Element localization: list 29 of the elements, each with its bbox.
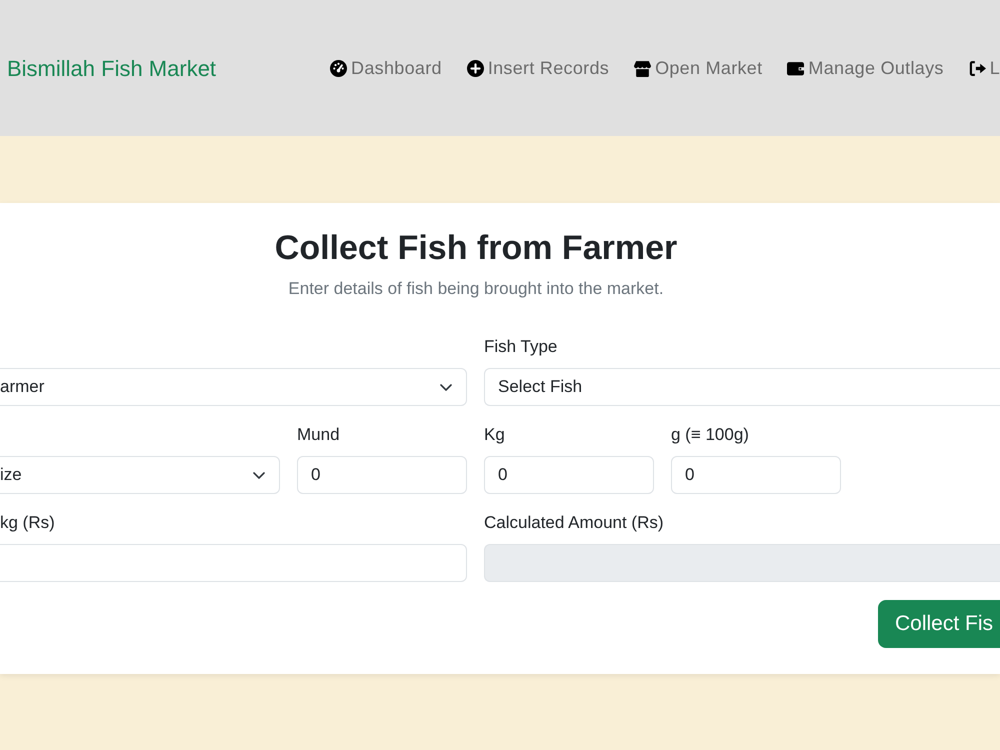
- input-field[interactable]: 0: [484, 456, 654, 494]
- field-label: Kg: [484, 424, 506, 446]
- dropdown-field[interactable]: armer: [0, 368, 467, 406]
- nav-link[interactable]: Dashboard: [351, 54, 442, 82]
- collect-fish-button[interactable]: Collect Fis: [878, 600, 1000, 648]
- field-label: g (≡ 100g): [671, 424, 750, 446]
- input-field[interactable]: 0: [297, 456, 467, 494]
- nav-link[interactable]: Open Market: [655, 54, 762, 82]
- brand-title[interactable]: Bismillah Fish Market: [7, 52, 216, 84]
- field-label: Calculated Amount (Rs): [484, 512, 665, 534]
- chevron-down-icon: [440, 384, 452, 390]
- field-label: kg (Rs): [0, 512, 56, 534]
- plus-circle-icon: [466, 60, 484, 76]
- gauge-icon: [330, 60, 348, 76]
- page-title: Collect Fish from Farmer: [274, 228, 678, 268]
- input-field[interactable]: 0: [671, 456, 841, 494]
- logout-icon: [968, 60, 986, 76]
- nav-link[interactable]: Insert Records: [488, 54, 610, 82]
- chevron-down-icon: [253, 472, 265, 478]
- nav-link[interactable]: L: [990, 54, 1000, 82]
- wallet-icon: [787, 60, 804, 76]
- shop-icon: [634, 60, 652, 76]
- nav-link[interactable]: Manage Outlays: [808, 54, 944, 82]
- input-field[interactable]: [0, 544, 467, 582]
- dropdown-field[interactable]: ize: [0, 456, 280, 494]
- field-label: Mund: [297, 424, 341, 446]
- dropdown-field[interactable]: Select Fish: [484, 368, 1000, 406]
- field-label: Fish Type: [484, 336, 558, 358]
- page-subtitle: Enter details of fish being brought into the market.: [288, 278, 664, 300]
